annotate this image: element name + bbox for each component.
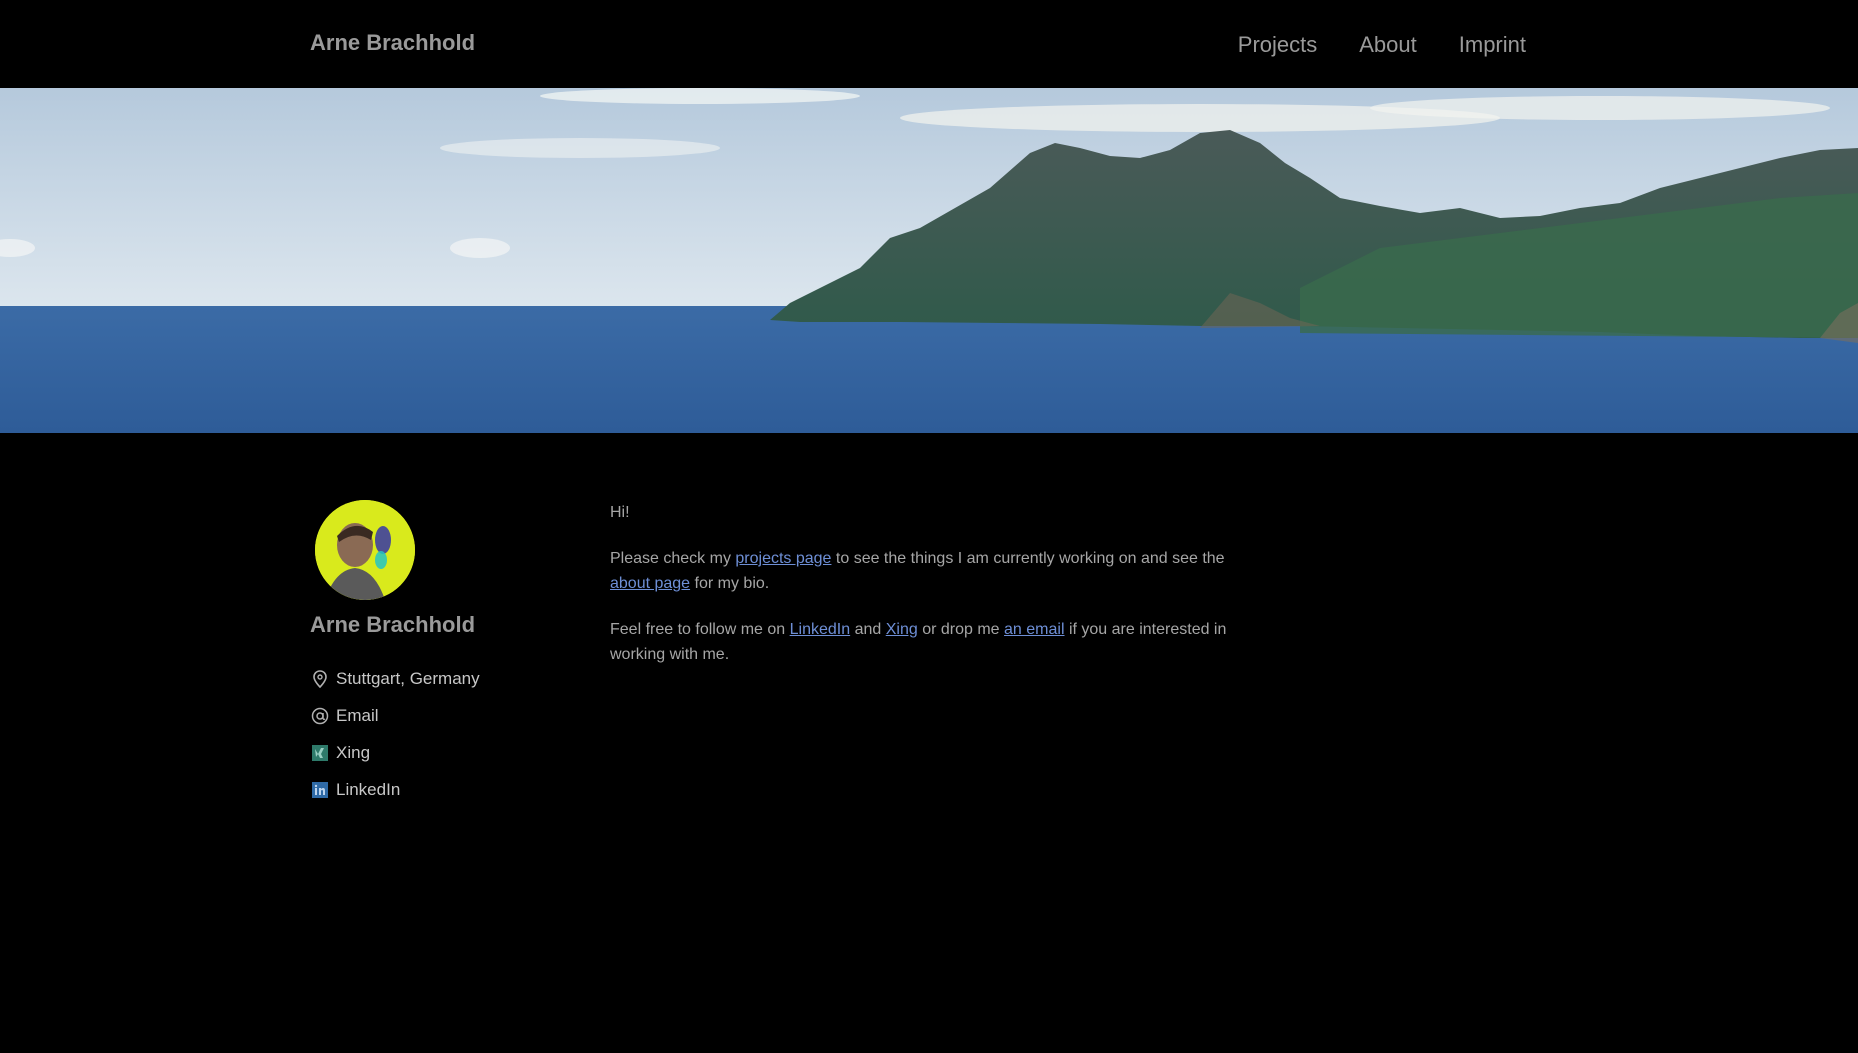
author-linkedin-link[interactable]: LinkedIn <box>310 771 570 808</box>
nav-projects[interactable]: Projects <box>1238 32 1317 58</box>
contact-text-2: and <box>850 621 886 638</box>
site-title-link[interactable]: Arne Brachhold <box>310 30 475 56</box>
coastline-landscape-image <box>0 88 1858 433</box>
main-content: Hi! Please check my projects page to see… <box>610 500 1260 688</box>
author-xing-link[interactable]: Xing <box>310 734 570 771</box>
author-avatar <box>315 500 415 600</box>
author-name: Arne Brachhold <box>310 612 476 637</box>
xing-inline-link[interactable]: Xing <box>886 621 918 638</box>
intro-text-1: Please check my <box>610 550 736 567</box>
author-location-label: Stuttgart, Germany <box>336 668 480 688</box>
intro-text-2: to see the things I am currently working… <box>831 550 1225 567</box>
at-sign-icon <box>310 706 330 726</box>
xing-icon <box>310 743 330 763</box>
intro-text-3: for my bio. <box>690 575 770 592</box>
author-profile: Arne Brachhold Stuttgart, Germany Email … <box>310 500 570 808</box>
location-pin-icon <box>310 669 330 689</box>
main-nav: Projects About Imprint <box>1238 32 1526 58</box>
author-links: Stuttgart, Germany Email Xing LinkedIn <box>310 660 570 808</box>
greeting: Hi! <box>610 504 630 521</box>
linkedin-inline-link[interactable]: LinkedIn <box>790 621 851 638</box>
email-inline-link[interactable]: an email <box>1004 621 1064 638</box>
site-header: Arne Brachhold Projects About Imprint <box>0 0 1858 88</box>
contact-paragraph: Feel free to follow me on LinkedIn and X… <box>610 617 1260 667</box>
nav-imprint[interactable]: Imprint <box>1459 32 1526 58</box>
contact-text-1: Feel free to follow me on <box>610 621 790 638</box>
author-location: Stuttgart, Germany <box>310 660 570 697</box>
hero-image <box>0 88 1858 433</box>
linkedin-icon <box>310 780 330 800</box>
author-photo <box>315 500 415 600</box>
nav-about[interactable]: About <box>1359 32 1417 58</box>
author-email-label[interactable]: Email <box>336 706 379 726</box>
author-linkedin-label[interactable]: LinkedIn <box>336 780 400 800</box>
intro-paragraph: Please check my projects page to see the… <box>610 546 1260 596</box>
projects-page-link[interactable]: projects page <box>735 550 831 567</box>
contact-text-3: or drop me <box>917 621 1005 638</box>
author-xing-label[interactable]: Xing <box>336 743 370 763</box>
about-page-link[interactable]: about page <box>610 575 690 592</box>
author-email-link[interactable]: Email <box>310 697 570 734</box>
